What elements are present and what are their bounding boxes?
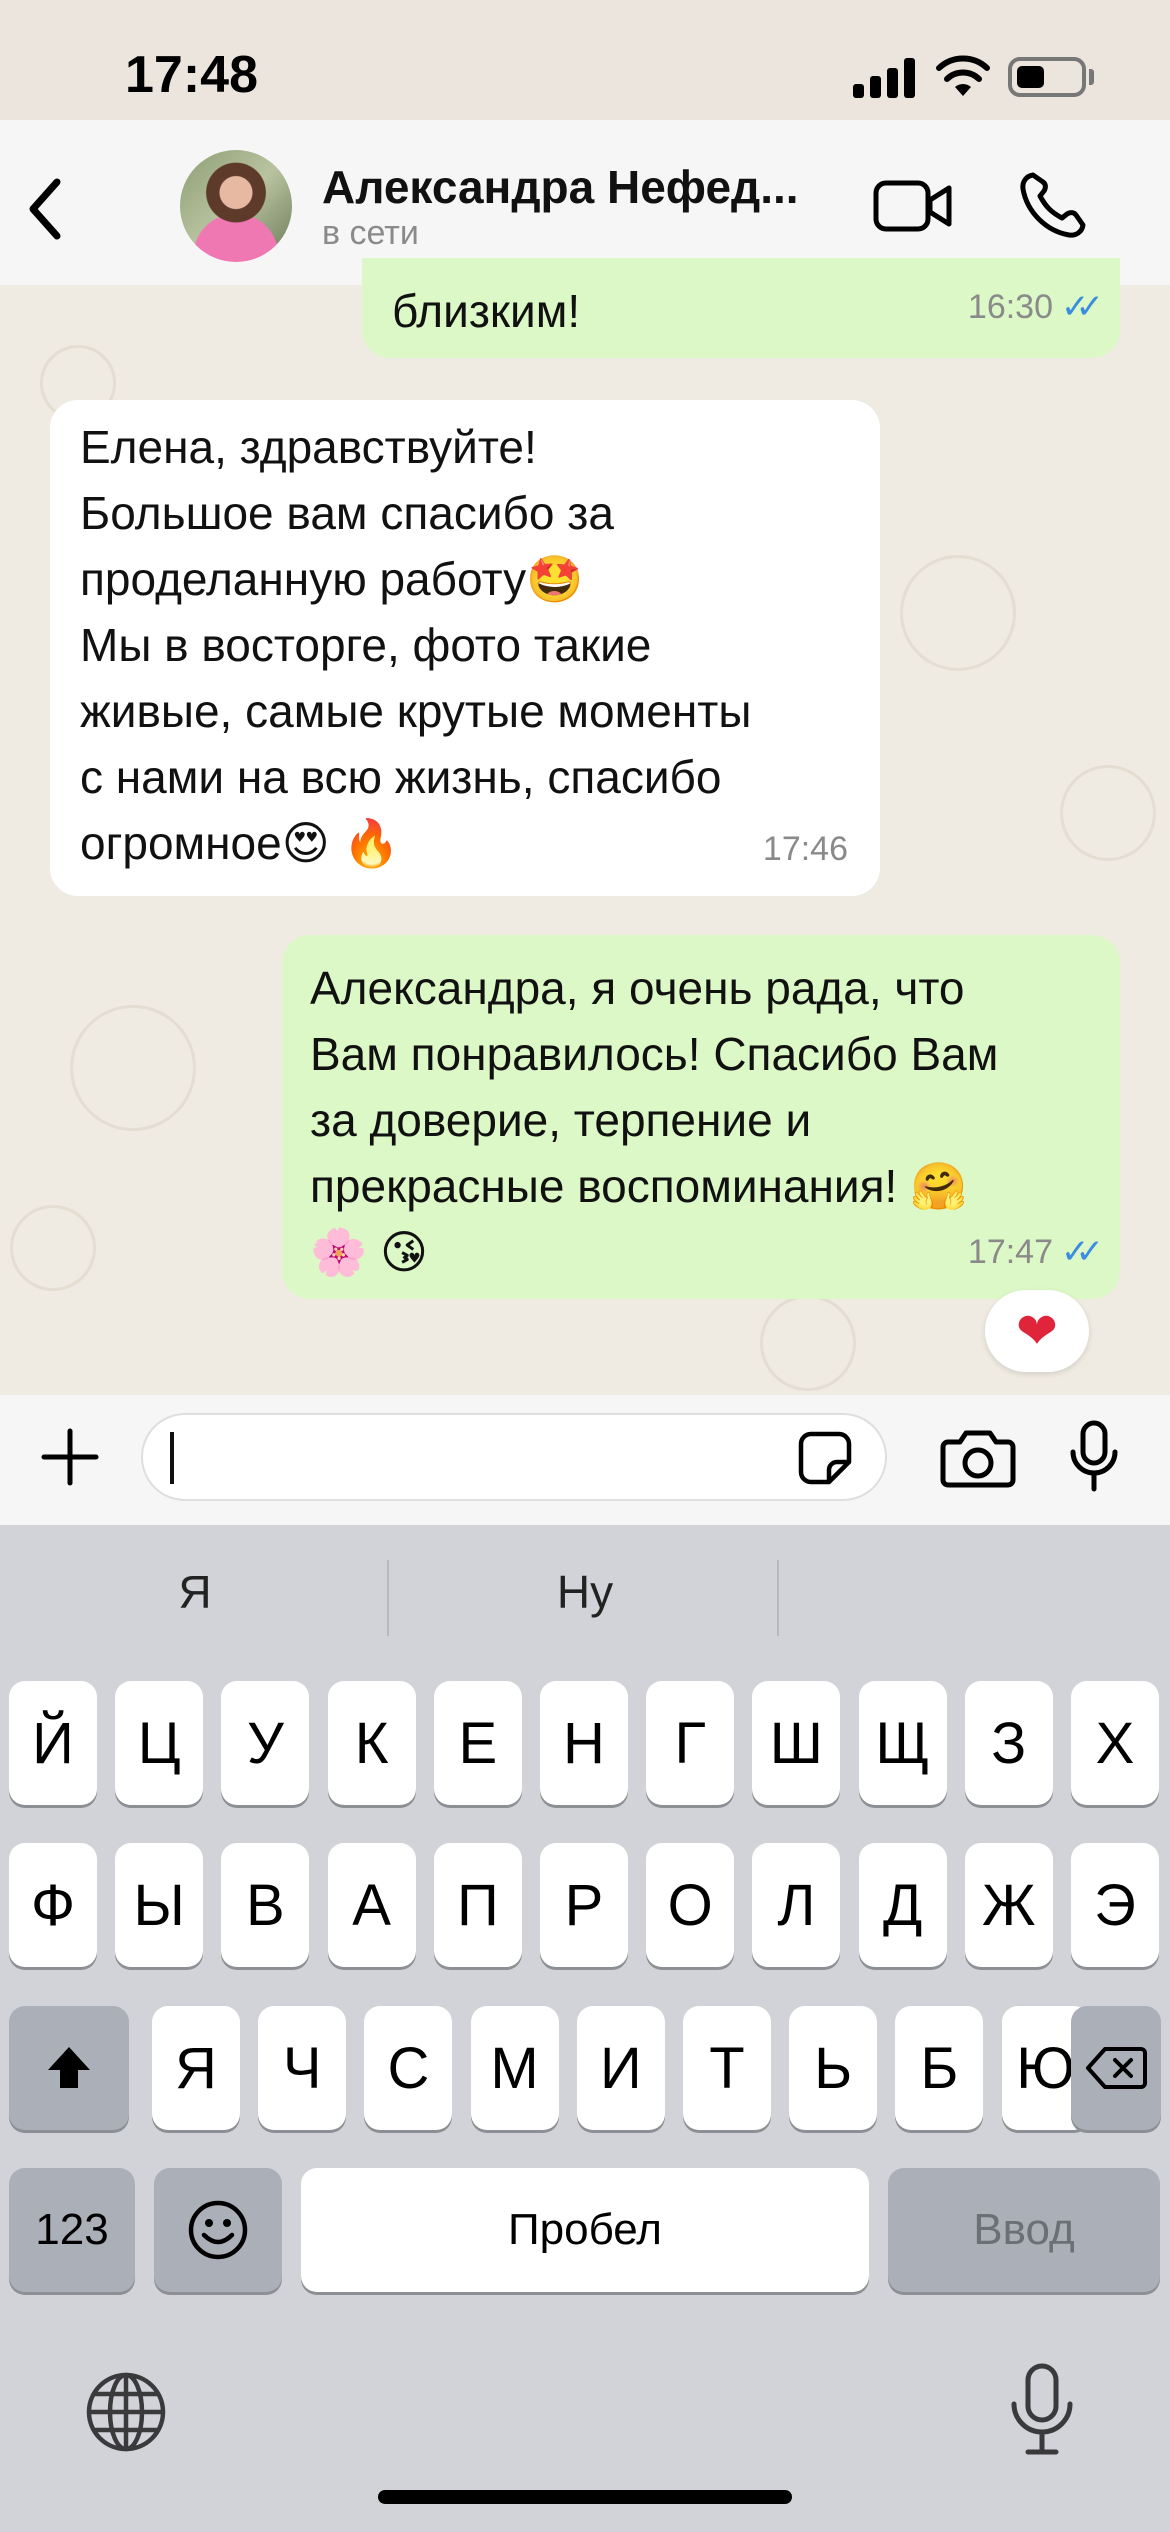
key[interactable]: Т	[683, 2006, 771, 2130]
emoji-key[interactable]	[154, 2168, 282, 2292]
key[interactable]: Ж	[964, 1843, 1053, 1967]
key[interactable]: П	[433, 1843, 522, 1967]
key[interactable]: Й	[9, 1681, 97, 1805]
key[interactable]: Щ	[858, 1681, 947, 1805]
key[interactable]: Г	[646, 1681, 735, 1805]
key[interactable]: У	[221, 1681, 310, 1805]
key[interactable]: К	[327, 1681, 416, 1805]
suggestion-divider	[777, 1560, 779, 1636]
key[interactable]: Н	[540, 1681, 628, 1805]
key[interactable]: О	[646, 1843, 735, 1967]
key[interactable]: Ь	[789, 2006, 878, 2130]
battery-cap	[1089, 69, 1094, 85]
read-receipt-icon: ✓✓	[1061, 1233, 1104, 1271]
phone-icon[interactable]	[1018, 170, 1088, 240]
key[interactable]: Ц	[115, 1681, 204, 1805]
battery-icon	[1008, 57, 1086, 97]
return-key[interactable]: Ввод	[888, 2168, 1160, 2292]
key[interactable]: Я	[152, 2006, 240, 2130]
suggestion-divider	[387, 1560, 389, 1636]
chevron-left-icon[interactable]	[25, 178, 65, 240]
key[interactable]: Р	[540, 1843, 628, 1967]
suggestion-2[interactable]: Ну	[435, 1565, 735, 1619]
read-receipt-icon: ✓✓	[1061, 288, 1104, 326]
microphone-icon[interactable]	[1008, 2362, 1076, 2458]
key[interactable]: Е	[433, 1681, 522, 1805]
home-indicator	[378, 2490, 792, 2504]
key[interactable]: Ф	[9, 1843, 97, 1967]
key[interactable]: Х	[1071, 1681, 1159, 1805]
suggestion-1[interactable]: Я	[45, 1565, 345, 1619]
wallpaper-doodle	[900, 555, 1016, 671]
contact-name[interactable]: Александра Нефед...	[322, 160, 799, 214]
message-bubble-outgoing[interactable]: Александра, я очень рада, что Вам понрав…	[282, 935, 1120, 1299]
video-camera-icon[interactable]	[873, 178, 953, 234]
key[interactable]: Ч	[258, 2006, 347, 2130]
avatar[interactable]	[180, 150, 292, 262]
key[interactable]: Э	[1071, 1843, 1159, 1967]
cellular-signal-icon	[853, 58, 915, 98]
message-text: Елена, здравствуйте! Большое вам спасибо…	[80, 421, 752, 869]
key[interactable]: В	[221, 1843, 310, 1967]
message-time: 17:47	[967, 1233, 1054, 1271]
sticker-icon[interactable]	[797, 1430, 853, 1486]
wallpaper-doodle	[10, 1205, 96, 1291]
text-cursor	[170, 1432, 174, 1484]
key[interactable]: Д	[858, 1843, 947, 1967]
microphone-icon[interactable]	[1068, 1420, 1120, 1492]
message-input[interactable]	[141, 1413, 887, 1501]
emoji-face-icon	[188, 2200, 248, 2260]
shift-key[interactable]	[9, 2006, 129, 2130]
message-time: 17:46	[762, 830, 848, 868]
key[interactable]: М	[470, 2006, 559, 2130]
message-bubble-outgoing[interactable]: близким! 16:30 ✓✓	[362, 258, 1120, 358]
backspace-icon	[1086, 2047, 1147, 2089]
key[interactable]: Ы	[115, 1843, 204, 1967]
status-time: 17:48	[125, 46, 258, 104]
key[interactable]: И	[576, 2006, 665, 2130]
wifi-icon	[936, 55, 990, 96]
key[interactable]: З	[964, 1681, 1053, 1805]
plus-icon[interactable]	[38, 1425, 102, 1489]
heart-reaction[interactable]: ❤	[985, 1290, 1089, 1372]
space-key[interactable]: Пробел	[301, 2168, 869, 2292]
camera-icon[interactable]	[940, 1428, 1016, 1488]
wallpaper-doodle	[1060, 765, 1156, 861]
key[interactable]: А	[327, 1843, 416, 1967]
contact-status: в сети	[322, 214, 419, 252]
message-time: 16:30	[967, 288, 1054, 326]
numbers-key[interactable]: 123	[9, 2168, 135, 2292]
key[interactable]: Л	[752, 1843, 841, 1967]
key[interactable]: Ш	[752, 1681, 841, 1805]
key[interactable]: С	[364, 2006, 453, 2130]
wallpaper-doodle	[760, 1295, 856, 1391]
shift-arrow-icon	[48, 2047, 90, 2088]
globe-icon[interactable]	[84, 2370, 168, 2454]
backspace-key[interactable]	[1071, 2006, 1161, 2130]
message-bubble-incoming[interactable]: Елена, здравствуйте! Большое вам спасибо…	[50, 400, 880, 896]
wallpaper-doodle	[70, 1005, 196, 1131]
key[interactable]: Б	[895, 2006, 984, 2130]
